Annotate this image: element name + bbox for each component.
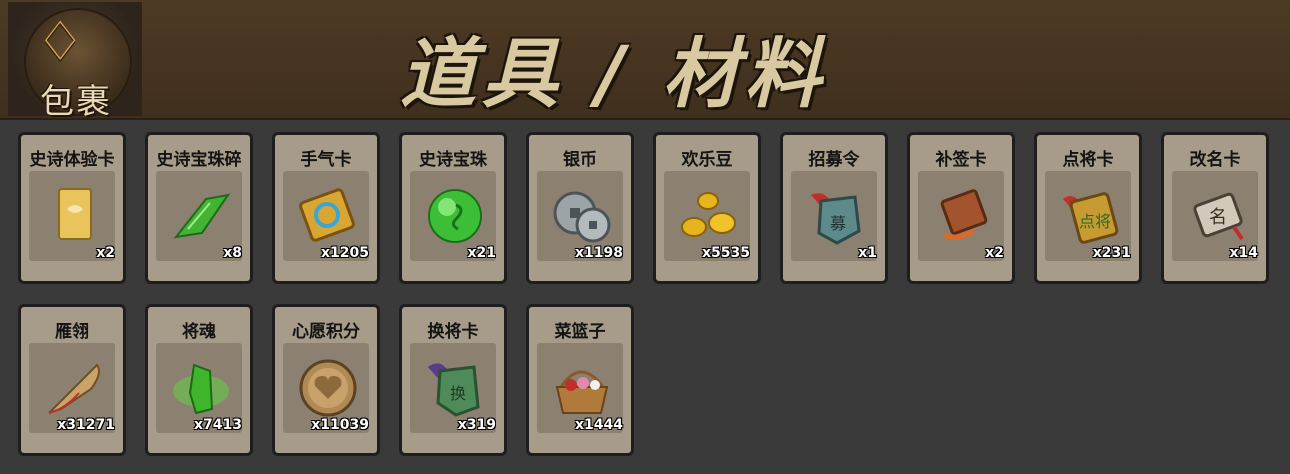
item-card[interactable]: 史诗体验卡 x2 bbox=[18, 132, 126, 284]
item-card[interactable]: 银币 x1198 bbox=[526, 132, 634, 284]
item-card[interactable]: 换将卡换 x319 bbox=[399, 304, 507, 456]
general-card-icon: 点将 bbox=[1055, 181, 1125, 251]
item-count: x1198 bbox=[575, 245, 623, 261]
item-count: x8 bbox=[223, 245, 242, 261]
item-card[interactable]: 手气卡 x1205 bbox=[272, 132, 380, 284]
green-orb-icon bbox=[420, 181, 490, 251]
item-name: 史诗宝珠 bbox=[419, 150, 487, 170]
item-count: x319 bbox=[457, 417, 496, 433]
item-count: x2 bbox=[96, 245, 115, 261]
item-card[interactable]: 将魂 x7413 bbox=[145, 304, 253, 456]
item-count: x2 bbox=[985, 245, 1004, 261]
recruit-token-icon: 募 bbox=[801, 181, 871, 251]
silver-coins-icon bbox=[547, 181, 617, 251]
item-card[interactable]: 菜篮子 x1444 bbox=[526, 304, 634, 456]
soul-crystal-icon bbox=[166, 353, 236, 423]
item-count: x14 bbox=[1229, 245, 1258, 261]
gold-card-icon bbox=[39, 181, 109, 251]
item-card[interactable]: 点将卡点将 x231 bbox=[1034, 132, 1142, 284]
item-name: 招募令 bbox=[808, 150, 860, 170]
item-card[interactable]: 雁翎 x31271 bbox=[18, 304, 126, 456]
item-count: x1205 bbox=[321, 245, 369, 261]
item-name: 将魂 bbox=[182, 322, 216, 342]
gold-beans-icon bbox=[674, 181, 744, 251]
resign-card-icon bbox=[928, 181, 998, 251]
svg-text:募: 募 bbox=[830, 214, 846, 233]
item-count: x1444 bbox=[575, 417, 623, 433]
item-card[interactable]: 补签卡 x2 bbox=[907, 132, 1015, 284]
item-name: 雁翎 bbox=[55, 322, 89, 342]
item-count: x11039 bbox=[311, 417, 369, 433]
item-count: x7413 bbox=[194, 417, 242, 433]
item-card[interactable]: 招募令募 x1 bbox=[780, 132, 888, 284]
item-card[interactable]: 改名卡名 x14 bbox=[1161, 132, 1269, 284]
item-name: 银币 bbox=[563, 150, 597, 170]
feather-icon bbox=[39, 353, 109, 423]
money-bag-icon: ♢ bbox=[36, 10, 85, 73]
item-name: 手气卡 bbox=[300, 150, 352, 170]
rename-card-icon: 名 bbox=[1182, 181, 1252, 251]
bag-button[interactable]: ♢ 包裹 bbox=[8, 2, 142, 122]
svg-text:换: 换 bbox=[450, 384, 466, 403]
green-shard-icon bbox=[166, 181, 236, 251]
item-name: 史诗宝珠碎 bbox=[156, 150, 242, 170]
item-card[interactable]: 心愿积分 x11039 bbox=[272, 304, 380, 456]
item-name: 欢乐豆 bbox=[681, 150, 733, 170]
item-name: 菜篮子 bbox=[554, 322, 606, 342]
svg-text:点将: 点将 bbox=[1079, 212, 1111, 231]
heart-coin-icon bbox=[293, 353, 363, 423]
item-name: 改名卡 bbox=[1189, 150, 1241, 170]
item-count: x31271 bbox=[57, 417, 115, 433]
page-title: 道具 / 材料 bbox=[400, 29, 827, 118]
bag-label: 包裹 bbox=[40, 82, 112, 122]
item-card[interactable]: 史诗宝珠碎 x8 bbox=[145, 132, 253, 284]
item-card[interactable]: 欢乐豆 x5535 bbox=[653, 132, 761, 284]
item-count: x5535 bbox=[702, 245, 750, 261]
item-count: x231 bbox=[1092, 245, 1131, 261]
item-card[interactable]: 史诗宝珠 x21 bbox=[399, 132, 507, 284]
item-name: 心愿积分 bbox=[292, 322, 360, 342]
item-name: 补签卡 bbox=[935, 150, 987, 170]
item-count: x21 bbox=[467, 245, 496, 261]
basket-icon bbox=[547, 353, 617, 423]
item-name: 换将卡 bbox=[427, 322, 479, 342]
item-name: 点将卡 bbox=[1062, 150, 1114, 170]
luck-card-icon bbox=[293, 181, 363, 251]
item-count: x1 bbox=[858, 245, 877, 261]
swap-card-icon: 换 bbox=[420, 353, 490, 423]
svg-text:名: 名 bbox=[1209, 207, 1227, 228]
item-name: 史诗体验卡 bbox=[29, 150, 115, 170]
header-bar: ♢ 包裹 道具 / 材料 bbox=[0, 0, 1290, 122]
